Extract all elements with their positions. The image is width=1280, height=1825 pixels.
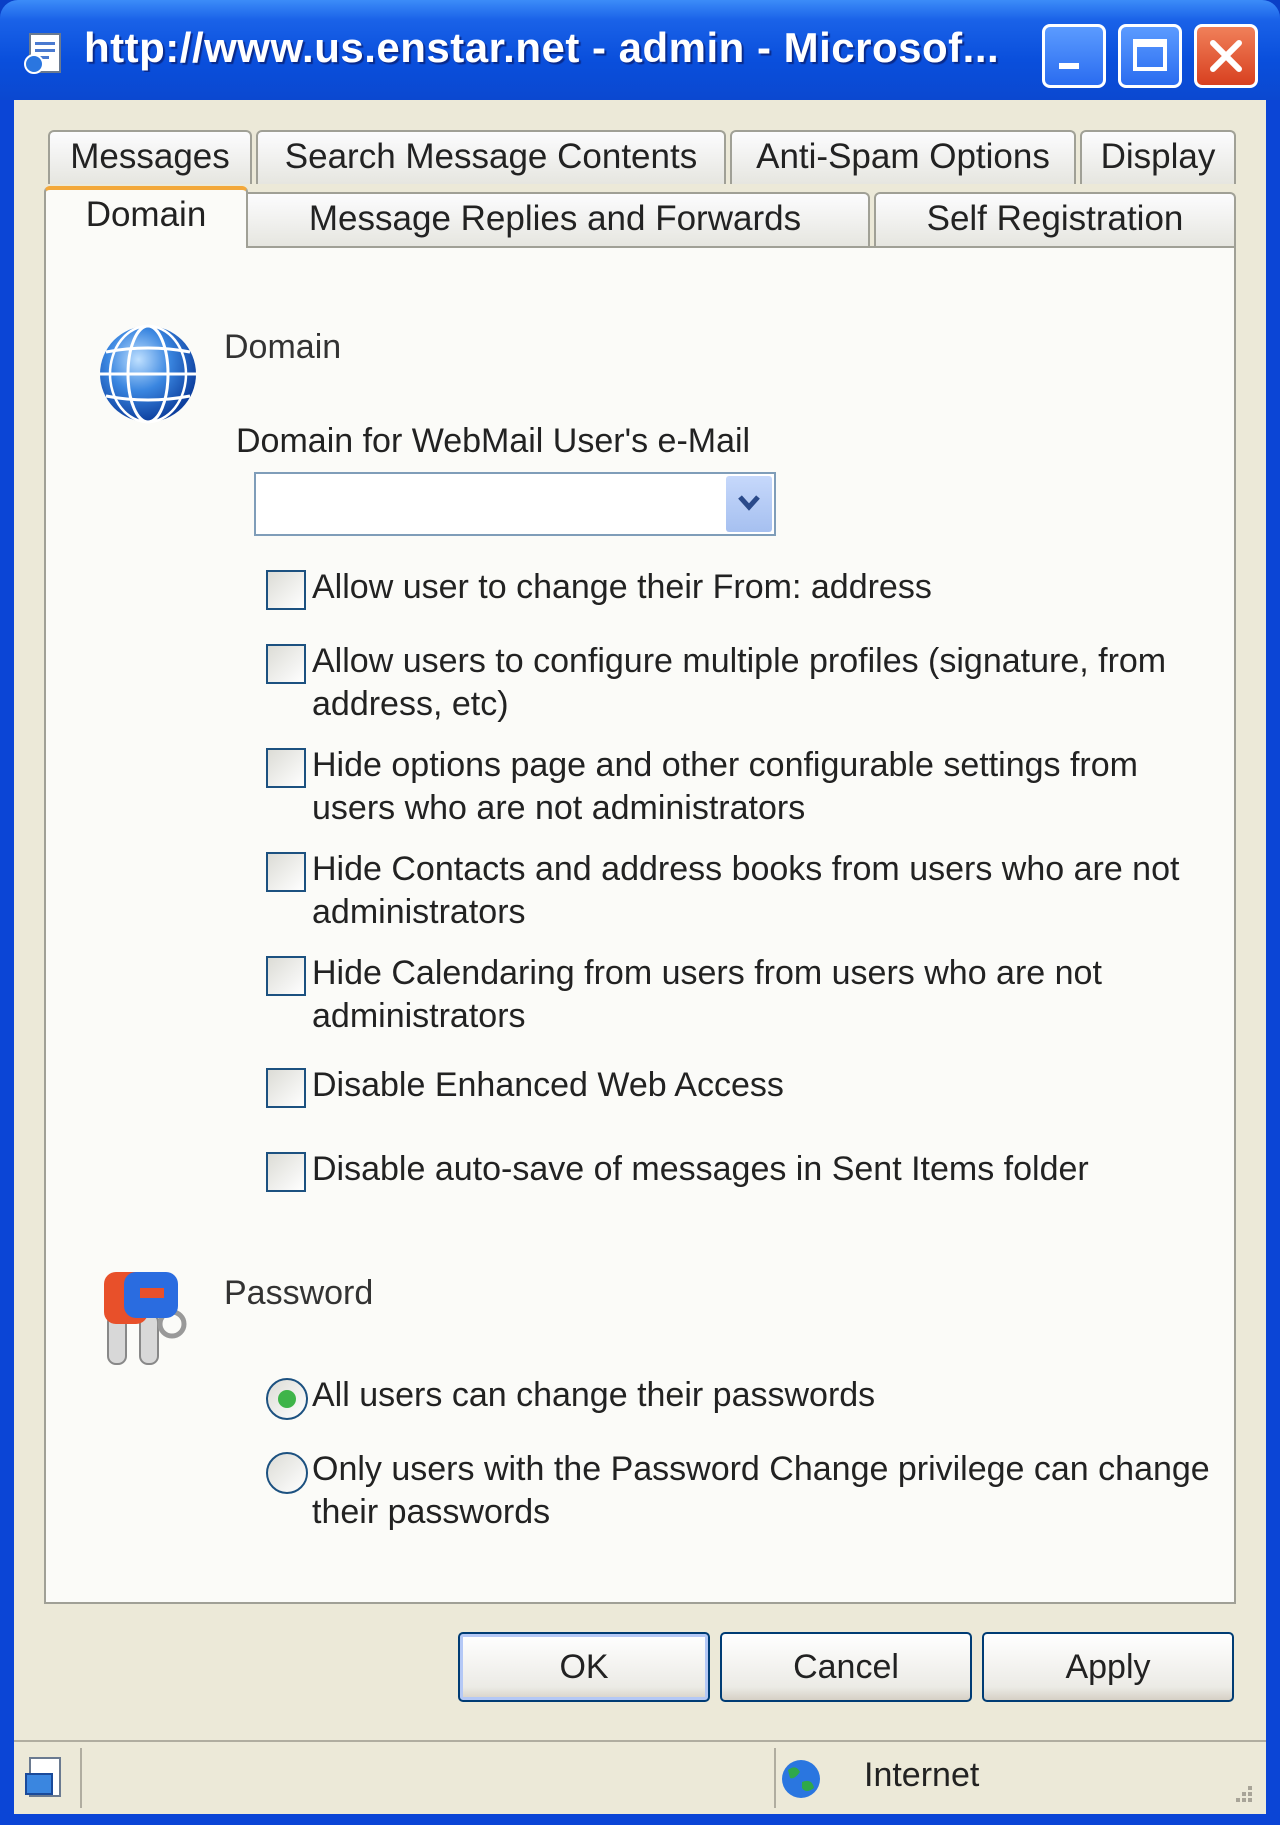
option-label-hide-options-page: Hide options page and other configurable… xyxy=(312,746,1138,827)
keys-icon xyxy=(104,1272,187,1365)
checkbox-disable-auto-save[interactable] xyxy=(266,1152,306,1192)
option-label-multiple-profiles: Allow users to configure multiple profil… xyxy=(312,642,1167,723)
apply-button[interactable]: Apply xyxy=(982,1632,1234,1702)
tab-message-replies-and-forwards[interactable]: Message Replies and Forwards xyxy=(240,192,870,246)
radio-label-privileged-users-change-password: Only users with the Password Change priv… xyxy=(312,1450,1210,1531)
status-zone-label: Internet xyxy=(864,1756,980,1794)
checkbox-multiple-profiles[interactable] xyxy=(266,644,306,684)
globe-icon xyxy=(782,1760,820,1798)
close-button[interactable] xyxy=(1194,24,1258,88)
title-bar[interactable]: http://www.us.enstar.net - admin - Micro… xyxy=(0,0,1280,100)
page-icon xyxy=(24,33,61,74)
dialog-client-area: Messages Search Message Contents Anti-Sp… xyxy=(14,100,1266,1740)
checkbox-disable-enhanced-web-access[interactable] xyxy=(266,1068,306,1108)
globe-icon xyxy=(100,324,196,424)
radio-all-users-change-password[interactable] xyxy=(266,1378,308,1420)
domain-tab-panel: Domain Domain for WebMail User's e-Mail … xyxy=(44,246,1236,1604)
password-section-title: Password xyxy=(224,1274,374,1312)
tab-display[interactable]: Display xyxy=(1080,130,1236,184)
option-label-disable-enhanced-web-access: Disable Enhanced Web Access xyxy=(312,1066,784,1104)
maximize-button[interactable] xyxy=(1118,24,1182,88)
option-label-allow-change-from: Allow user to change their From: address xyxy=(312,568,932,606)
radio-label-all-users-change-password: All users can change their passwords xyxy=(312,1376,876,1414)
tab-self-registration[interactable]: Self Registration xyxy=(874,192,1236,246)
maximize-icon xyxy=(1133,39,1167,71)
domain-select-label: Domain for WebMail User's e-Mail xyxy=(236,422,751,460)
status-separator xyxy=(774,1748,776,1808)
checkbox-hide-options-page[interactable] xyxy=(266,748,306,788)
domain-section-title: Domain xyxy=(224,328,342,366)
ok-button[interactable]: OK xyxy=(458,1632,710,1702)
option-label-hide-calendaring: Hide Calendaring from users from users w… xyxy=(312,954,1102,1035)
status-bar: Internet xyxy=(14,1740,1266,1814)
resize-grip-icon[interactable] xyxy=(1228,1782,1254,1808)
close-icon xyxy=(1210,40,1242,72)
checkbox-allow-change-from[interactable] xyxy=(266,570,306,610)
tab-domain[interactable]: Domain xyxy=(44,186,248,248)
domain-select-dropdown-button[interactable] xyxy=(726,476,772,532)
checkbox-hide-calendaring[interactable] xyxy=(266,956,306,996)
tab-search-message-contents[interactable]: Search Message Contents xyxy=(256,130,726,184)
option-label-hide-contacts: Hide Contacts and address books from use… xyxy=(312,850,1180,931)
status-separator xyxy=(80,1748,82,1808)
tab-anti-spam-options[interactable]: Anti-Spam Options xyxy=(730,130,1076,184)
radio-privileged-users-change-password[interactable] xyxy=(266,1452,308,1494)
minimize-button[interactable] xyxy=(1042,24,1106,88)
page-status-icon xyxy=(25,1757,61,1797)
option-label-disable-auto-save: Disable auto-save of messages in Sent It… xyxy=(312,1150,1089,1188)
cancel-button[interactable]: Cancel xyxy=(720,1632,972,1702)
checkbox-hide-contacts[interactable] xyxy=(266,852,306,892)
window-title: http://www.us.enstar.net - admin - Micro… xyxy=(84,24,1000,71)
dialog-window: http://www.us.enstar.net - admin - Micro… xyxy=(0,0,1280,1825)
domain-select[interactable] xyxy=(254,472,776,536)
tab-messages[interactable]: Messages xyxy=(48,130,252,184)
chevron-down-icon xyxy=(738,495,760,511)
minimize-icon xyxy=(1059,63,1079,69)
